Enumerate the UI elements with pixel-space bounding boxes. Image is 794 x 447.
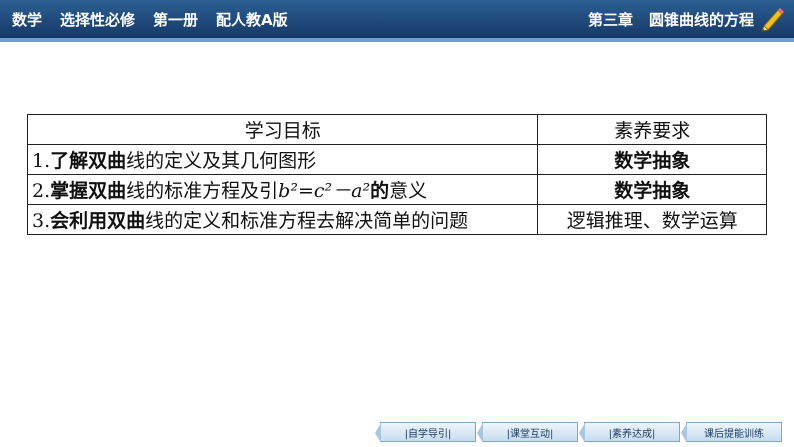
chapter-label: 第三章 bbox=[587, 10, 633, 29]
nav-button-class-interaction[interactable]: |课堂互动| bbox=[477, 422, 578, 443]
table-row: 3.会利用双曲线的定义和标准方程去解决简单的问题 逻辑推理、数学运算 bbox=[26, 204, 767, 235]
goal-text: 线的定义及其几何图形 bbox=[126, 150, 317, 172]
subject-label: 数学 bbox=[12, 10, 43, 29]
table-row: 1.了解双曲线的定义及其几何图形 数学抽象 bbox=[26, 144, 767, 175]
header-bar: 数学 选择性必修 第一册 配人教A版 第三章 圆锥曲线的方程 bbox=[0, 0, 794, 38]
goal-text: 线的定义和标准方程去解决简单的问题 bbox=[145, 210, 469, 232]
column-header-competency: 素养要求 bbox=[537, 114, 767, 145]
goal-cell: 2.掌握双曲线的标准方程及引b²=c²－a²的意义 bbox=[26, 174, 539, 205]
chapter-title-area: 第三章 圆锥曲线的方程 bbox=[572, 0, 754, 38]
goal-text: 线的标准方程及引 bbox=[126, 180, 279, 202]
learning-goals-table: 学习目标 素养要求 1.了解双曲线的定义及其几何图形 数学抽象 2.掌握双曲线的… bbox=[26, 114, 767, 235]
competency-cell: 数学抽象 bbox=[537, 144, 767, 175]
goal-verb: 了解双曲 bbox=[50, 150, 127, 172]
goal-cell: 1.了解双曲线的定义及其几何图形 bbox=[26, 144, 539, 175]
table-header-row: 学习目标 素养要求 bbox=[26, 114, 767, 145]
header-accent-line bbox=[0, 38, 794, 42]
competency-cell: 数学抽象 bbox=[537, 174, 767, 205]
goal-verb: 掌握双曲 bbox=[50, 180, 127, 202]
goal-formula: b²=c²－a² bbox=[278, 180, 371, 202]
competency-cell: 逻辑推理、数学运算 bbox=[537, 204, 767, 235]
table-row: 2.掌握双曲线的标准方程及引b²=c²－a²的意义 数学抽象 bbox=[26, 174, 767, 205]
edition-label: 配人教A版 bbox=[216, 10, 288, 29]
goal-verb: 会利用双曲 bbox=[50, 210, 146, 232]
nav-button-after-class[interactable]: 课后提能训练 bbox=[681, 422, 782, 443]
goal-number: 2. bbox=[32, 180, 51, 202]
course-breadcrumb: 数学 选择性必修 第一册 配人教A版 bbox=[12, 0, 306, 38]
volume-label: 第一册 bbox=[153, 10, 199, 29]
nav-button-competency[interactable]: |素养达成| bbox=[579, 422, 680, 443]
goal-number: 3. bbox=[32, 210, 51, 232]
pencil-icon bbox=[761, 8, 784, 32]
column-header-goals: 学习目标 bbox=[26, 114, 539, 145]
goal-text-end: 意义 bbox=[389, 180, 428, 202]
goal-cell: 3.会利用双曲线的定义和标准方程去解决简单的问题 bbox=[26, 204, 539, 235]
nav-button-self-study[interactable]: |自学导引| bbox=[375, 422, 476, 443]
chapter-title: 圆锥曲线的方程 bbox=[648, 10, 754, 29]
goal-particle: 的 bbox=[370, 180, 390, 202]
goal-number: 1. bbox=[32, 150, 51, 172]
module-label: 选择性必修 bbox=[60, 10, 136, 29]
